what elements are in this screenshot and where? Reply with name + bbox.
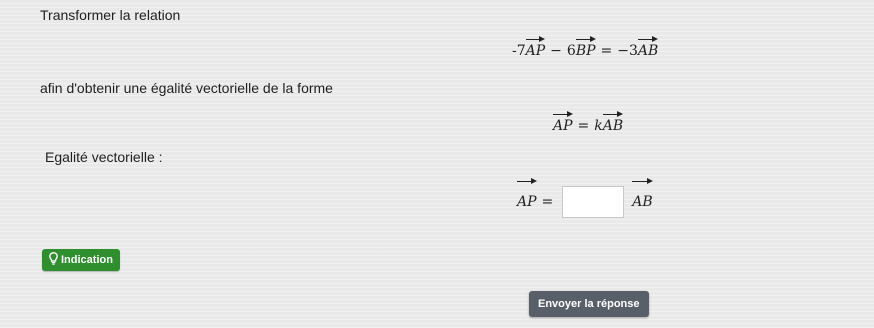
vector-ap: AP: [517, 178, 537, 219]
vector-ab: AB: [632, 178, 654, 219]
target-form-equation: AP = kAB: [553, 111, 624, 134]
hint-button-label: Indication: [61, 254, 113, 266]
coefficient-input[interactable]: [562, 186, 625, 218]
lightbulb-icon: [47, 249, 59, 271]
instruction-text: Transformer la relation: [40, 7, 181, 23]
egalite-label: Egalité vectorielle :: [45, 149, 163, 165]
minus-operator: −: [550, 43, 562, 59]
vector-bp: BP: [575, 36, 596, 59]
answer-equation: AP = AB: [517, 178, 654, 218]
equals-operator: =: [600, 43, 613, 59]
equals-operator: =: [541, 194, 554, 210]
vector-ap: AP: [553, 111, 573, 134]
hint-button[interactable]: Indication: [42, 249, 120, 271]
vector-ab: AB: [602, 111, 624, 134]
k-coefficient: k: [594, 118, 603, 134]
submit-button[interactable]: Envoyer la réponse: [529, 291, 649, 317]
term3-coefficient: −3: [617, 43, 638, 59]
term1-coefficient: -7: [512, 43, 526, 59]
equals-operator: =: [577, 118, 590, 134]
relation-equation: -7AP −6BP = −3AB: [512, 36, 659, 59]
term2-coefficient: 6: [566, 43, 576, 59]
vector-ap: AP: [525, 36, 545, 59]
vector-ab: AB: [637, 36, 659, 59]
form-intro-text: afin d'obtenir une égalité vectorielle d…: [40, 80, 333, 96]
